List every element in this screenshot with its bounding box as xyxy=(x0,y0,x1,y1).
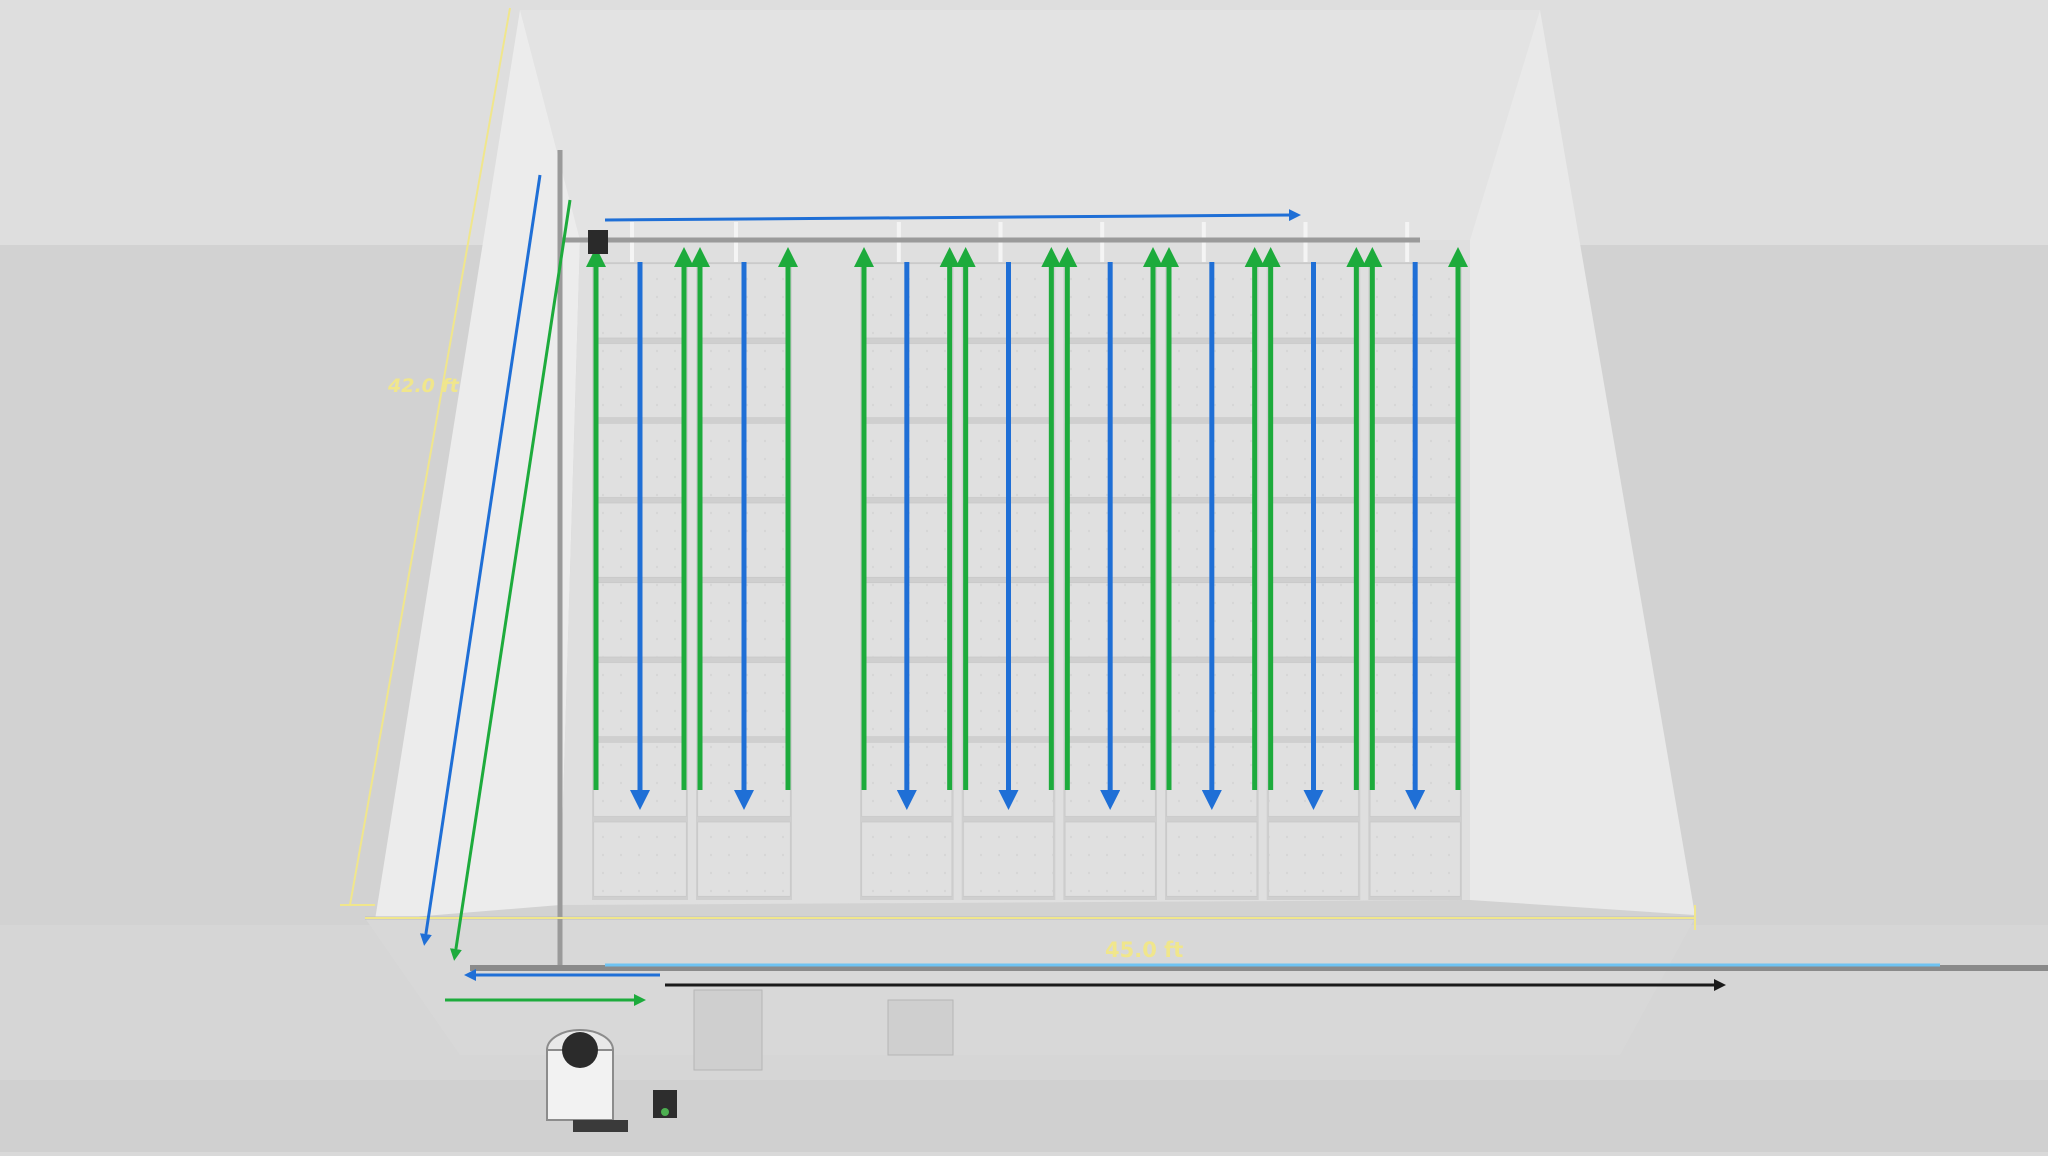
pump-led xyxy=(661,1108,669,1116)
rack-7 xyxy=(1260,222,1367,900)
rack-1 xyxy=(586,222,694,900)
header-valve xyxy=(588,230,608,254)
door-small xyxy=(693,989,763,1071)
lower-band xyxy=(0,1080,2048,1152)
back-wall xyxy=(520,10,1540,240)
tray-surface xyxy=(594,822,686,896)
depth-label: 42.0 ft xyxy=(387,375,460,397)
rack-8 xyxy=(1362,222,1468,900)
tray-surface xyxy=(1370,822,1460,896)
tank-stand xyxy=(573,1120,628,1132)
tray-surface xyxy=(1268,822,1359,896)
tray-surface xyxy=(963,822,1054,896)
tray-surface xyxy=(698,822,790,896)
rack-layout xyxy=(586,222,1468,900)
rack-2 xyxy=(690,222,798,900)
rack-4 xyxy=(955,222,1062,900)
tray-surface xyxy=(862,822,952,896)
rack-6 xyxy=(1159,222,1265,900)
rack-3 xyxy=(854,222,960,900)
width-label: 45.0 ft xyxy=(1105,938,1183,962)
tank-lid xyxy=(562,1032,598,1068)
tray-surface xyxy=(1065,822,1155,896)
grow-room-diagram: 42.0 ft 45.0 ft xyxy=(0,0,2048,1152)
tray-surface xyxy=(1167,822,1257,896)
rack-5 xyxy=(1057,222,1163,900)
scene-svg: 42.0 ft 45.0 ft xyxy=(0,0,2048,1152)
door-access xyxy=(887,999,954,1056)
